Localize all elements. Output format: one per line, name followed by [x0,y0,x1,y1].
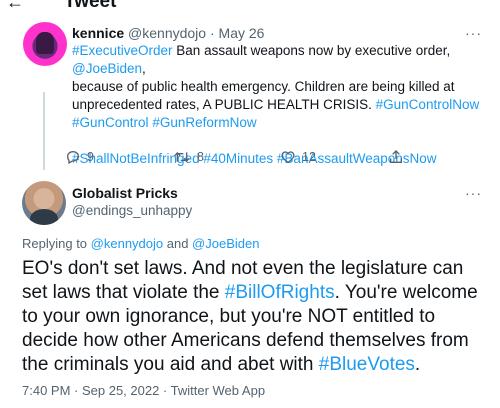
tweet-actions: 9 8 12 [65,149,465,165]
user-handle[interactable]: @endings_unhappy [72,202,482,220]
retweet-count: 8 [197,150,204,164]
retweet-button[interactable]: 8 [173,149,204,165]
hashtag-link[interactable]: #ExecutiveOrder [72,43,173,58]
tweet-timestamp[interactable]: 7:40 PM · Sep 25, 2022 · Twitter Web App [22,383,265,398]
hashtag-link[interactable]: #GunControl [72,115,149,130]
text-segment: and [163,236,193,251]
text-segment: unprecedented rates, A PUBLIC HEALTH CRI… [72,97,376,112]
reply-count: 9 [87,150,94,164]
text-segment: . [414,354,421,375]
replying-label: Replying to [22,236,91,251]
avatar[interactable] [22,181,66,225]
mention-link[interactable]: @JoeBiden [72,61,142,76]
text-segment: because of public health emergency. Chil… [72,79,455,94]
more-options-icon[interactable]: ··· [465,184,482,202]
mention-link[interactable]: @kennydojo [91,236,163,251]
avatar[interactable] [23,22,67,66]
display-name[interactable]: kennice [72,25,124,41]
page-title: Tweet [64,0,117,12]
text-segment: Ban assault weapons now by executive ord… [172,43,451,58]
reply-icon [65,149,81,165]
user-handle[interactable]: @kennydojo [128,25,206,41]
like-button[interactable]: 12 [280,149,316,165]
top-header: ← Tweet [0,0,500,12]
reply-button[interactable]: 9 [65,149,94,165]
mention-link[interactable]: @JoeBiden [192,236,259,251]
hashtag-link[interactable]: #GunControlNow [376,97,480,112]
replying-to: Replying to @kennydojo and @JoeBiden [22,236,259,251]
text-segment: , [142,61,146,76]
tweet-date[interactable]: May 26 [219,25,265,41]
hashtag-link[interactable]: #BillOfRights [225,282,335,303]
thread-line [43,92,45,170]
like-count: 12 [302,150,316,164]
separator: · [209,25,215,41]
share-button[interactable] [388,149,404,165]
hashtag-link[interactable]: #GunReformNow [152,115,256,130]
retweet-icon [173,149,191,165]
heart-icon [280,149,296,165]
display-name[interactable]: Globalist Pricks [72,184,482,202]
arrow-left-icon[interactable]: ← [6,0,24,12]
share-icon [388,149,404,165]
reply-tweet-header: Globalist Pricks @endings_unhappy ··· [72,184,482,220]
more-options-icon[interactable]: ··· [465,24,482,42]
tweet-text: EO's don't set laws. And not even the le… [22,257,492,377]
hashtag-link[interactable]: #BlueVotes [319,354,415,375]
parent-tweet[interactable]: kennice @kennydojo · May 26 ··· #Executi… [72,24,482,168]
